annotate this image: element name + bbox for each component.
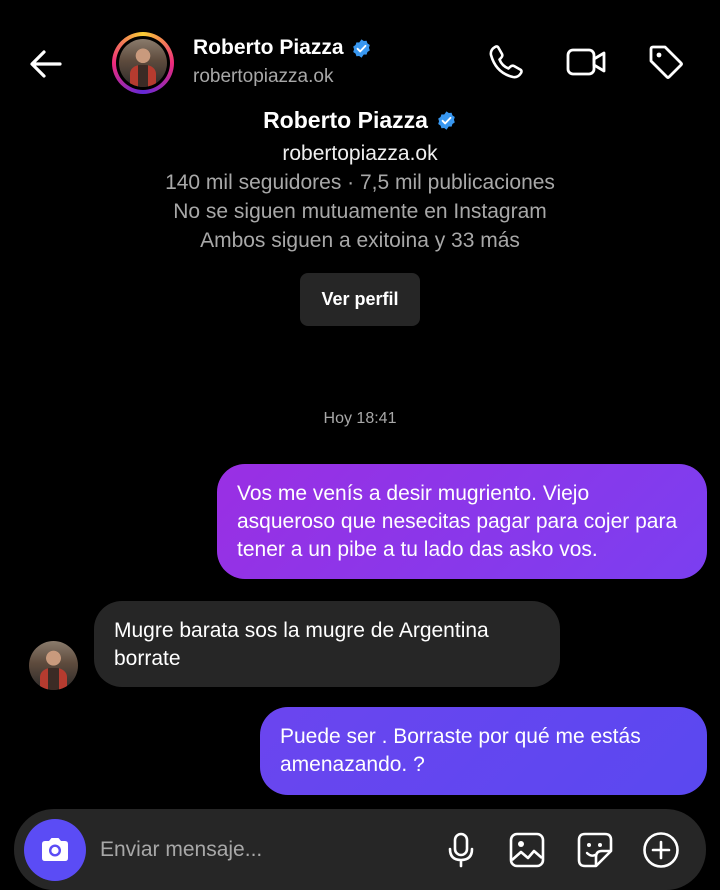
video-icon [566,48,606,76]
chat-screen: Roberto Piazza robertopiazza.ok Roberto … [0,0,720,890]
avatar [29,641,78,690]
header-title[interactable]: Roberto Piazza [193,36,372,60]
call-button[interactable] [484,40,528,84]
plus-circle-icon [643,832,679,868]
thread-timestamp: Hoy 18:41 [323,410,397,427]
tag-button[interactable] [644,40,688,84]
avatar-ring-inner [116,36,170,90]
profile-name-row: Roberto Piazza [263,107,457,134]
gallery-button[interactable] [506,829,548,871]
message-composer [14,809,706,890]
tag-icon [649,45,683,79]
message-input[interactable] [100,831,420,869]
microphone-icon [448,832,474,868]
sticker-icon [577,832,613,868]
sent-message[interactable]: Vos me venís a desir mugriento. Viejo as… [217,464,707,579]
contact-name: Roberto Piazza [193,36,344,59]
camera-icon [42,838,68,861]
phone-icon [489,45,523,79]
more-options-button[interactable] [640,829,682,871]
back-button[interactable] [22,40,70,88]
contact-handle[interactable]: robertopiazza.ok [193,66,333,88]
profile-name: Roberto Piazza [263,107,428,133]
sent-message[interactable]: Puede ser . Borraste por qué me estás am… [260,707,707,795]
profile-summary: Roberto Piazza robertopiazza.ok 140 mil … [0,105,720,326]
sender-avatar[interactable] [29,641,78,690]
chat-header: Roberto Piazza robertopiazza.ok [0,0,720,120]
view-profile-button[interactable]: Ver perfil [300,273,420,326]
followed-by-text: Ambos siguen a exitoina y 33 más [200,229,520,252]
verified-icon [438,111,455,130]
profile-stats: 140 mil seguidores · 7,5 mil publicacion… [165,171,555,194]
received-message[interactable]: Mugre barata sos la mugre de Argentina b… [94,601,560,687]
sticker-button[interactable] [574,829,616,871]
mutual-follow-status: No se siguen mutuamente en Instagram [173,200,547,223]
gallery-icon [509,832,545,868]
header-avatar[interactable] [112,32,174,94]
voice-message-button[interactable] [440,829,482,871]
profile-handle: robertopiazza.ok [282,142,438,165]
verified-icon [352,38,370,58]
camera-button[interactable] [24,819,86,881]
back-arrow-icon [30,50,62,78]
video-call-button[interactable] [564,40,608,84]
avatar [119,39,167,87]
